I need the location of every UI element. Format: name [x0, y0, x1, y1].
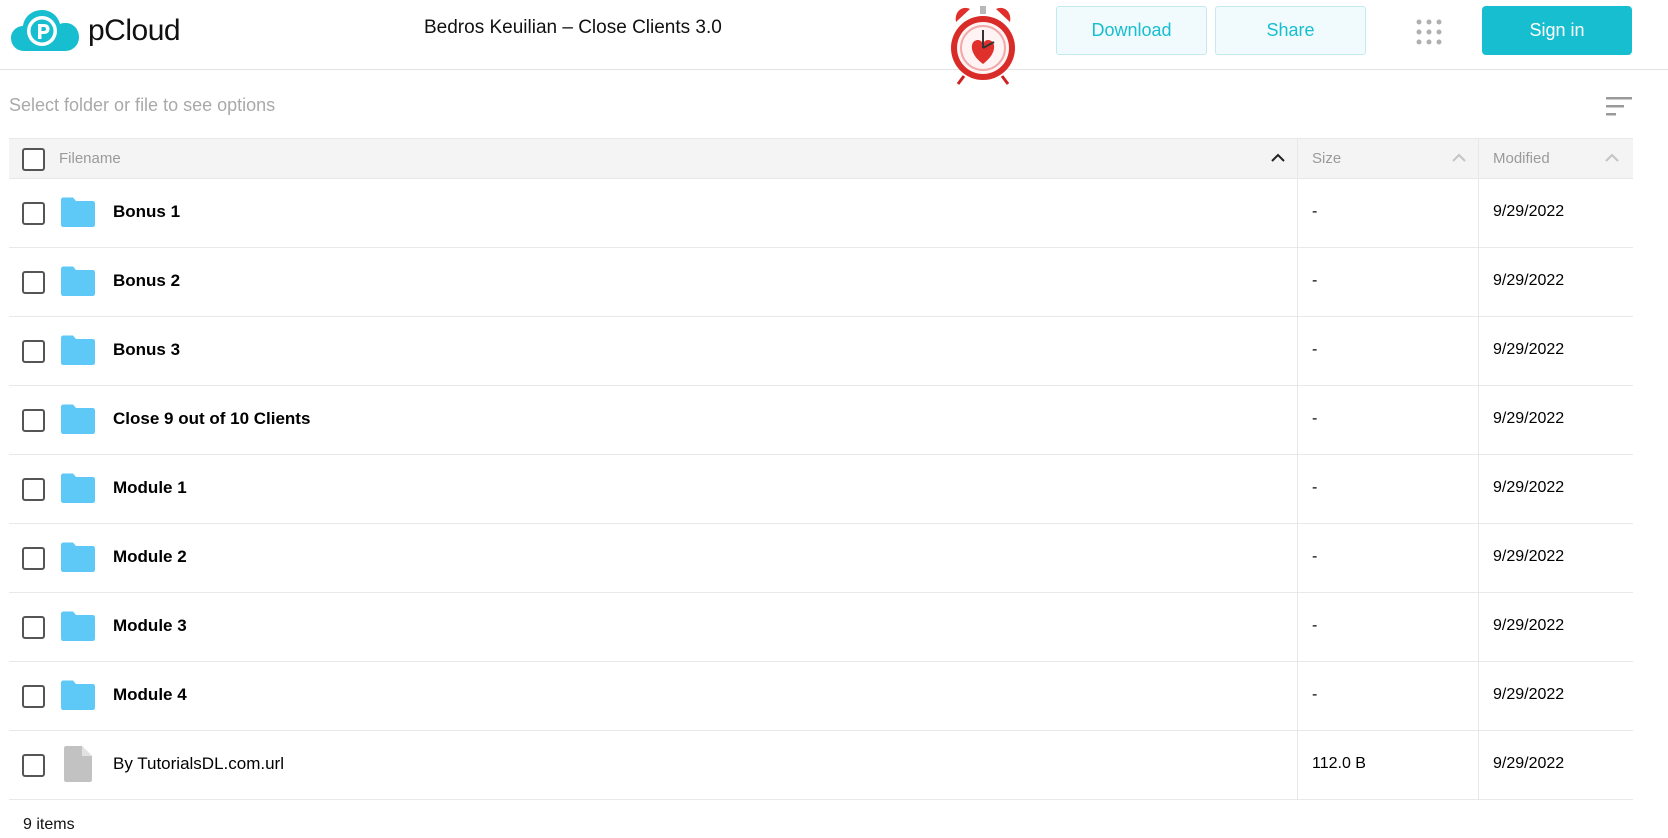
- chevron-up-icon[interactable]: [1452, 153, 1466, 163]
- pcloud-p-cloud-icon: [11, 10, 79, 51]
- table-row[interactable]: Module 1 - 9/29/2022: [9, 455, 1633, 524]
- column-divider: [1478, 593, 1479, 661]
- table-row[interactable]: Module 2 - 9/29/2022: [9, 524, 1633, 593]
- file-name[interactable]: Module 1: [113, 478, 187, 498]
- row-checkbox[interactable]: [22, 547, 45, 570]
- column-divider: [1478, 179, 1479, 247]
- table-row[interactable]: Close 9 out of 10 Clients - 9/29/2022: [9, 386, 1633, 455]
- file-modified: 9/29/2022: [1493, 617, 1565, 634]
- folder-icon: [61, 197, 95, 227]
- row-checkbox[interactable]: [22, 202, 45, 225]
- row-checkbox[interactable]: [22, 340, 45, 363]
- row-checkbox[interactable]: [22, 754, 45, 777]
- file-modified: 9/29/2022: [1493, 548, 1565, 565]
- file-size: -: [1312, 203, 1318, 220]
- table-row[interactable]: Bonus 1 - 9/29/2022: [9, 179, 1633, 248]
- row-checkbox[interactable]: [22, 478, 45, 501]
- table-row[interactable]: Bonus 3 - 9/29/2022: [9, 317, 1633, 386]
- column-divider: [1297, 248, 1298, 316]
- file-icon: [64, 746, 92, 782]
- file-modified: 9/29/2022: [1493, 203, 1565, 220]
- top-header: pCloud Bedros Keuilian – Close Clients 3…: [0, 0, 1668, 85]
- column-divider: [1297, 179, 1298, 247]
- chevron-up-icon[interactable]: [1605, 153, 1619, 163]
- file-name[interactable]: Module 4: [113, 685, 187, 705]
- row-checkbox[interactable]: [22, 685, 45, 708]
- sort-lines-icon[interactable]: [1606, 95, 1632, 117]
- folder-icon: [61, 542, 95, 572]
- file-modified: 9/29/2022: [1493, 479, 1565, 496]
- column-divider: [1478, 662, 1479, 730]
- file-size: -: [1312, 272, 1318, 289]
- file-size: -: [1312, 617, 1318, 634]
- file-modified: 9/29/2022: [1493, 410, 1565, 427]
- options-hint: Select folder or file to see options: [9, 95, 276, 115]
- row-checkbox[interactable]: [22, 271, 45, 294]
- file-modified: 9/29/2022: [1493, 755, 1565, 772]
- file-name[interactable]: Module 3: [113, 616, 187, 636]
- file-modified: 9/29/2022: [1493, 686, 1565, 703]
- column-divider: [1478, 248, 1479, 316]
- column-divider: [1297, 386, 1298, 454]
- alarm-clock-icon: [951, 6, 1015, 85]
- file-size: -: [1312, 479, 1318, 496]
- folder-icon: [61, 473, 95, 503]
- column-divider: [1478, 524, 1479, 592]
- file-name[interactable]: Bonus 3: [113, 340, 180, 360]
- folder-icon: [61, 404, 95, 434]
- column-divider: [1478, 317, 1479, 385]
- column-header-filename[interactable]: Filename: [59, 150, 121, 167]
- column-header-modified[interactable]: Modified: [1493, 150, 1550, 167]
- file-modified: 9/29/2022: [1493, 341, 1565, 358]
- file-name[interactable]: Module 2: [113, 547, 187, 567]
- pcloud-logo[interactable]: pCloud: [11, 8, 196, 54]
- file-size: -: [1312, 410, 1318, 427]
- table-header: Filename Size Modified: [9, 138, 1633, 179]
- column-divider: [1297, 731, 1298, 799]
- file-name[interactable]: By TutorialsDL.com.url: [113, 754, 284, 774]
- share-button[interactable]: Share: [1215, 6, 1366, 55]
- column-divider: [1478, 386, 1479, 454]
- item-count: 9 items: [23, 816, 75, 833]
- column-divider: [1297, 317, 1298, 385]
- table-row[interactable]: Bonus 2 - 9/29/2022: [9, 248, 1633, 317]
- table-row[interactable]: Module 3 - 9/29/2022: [9, 593, 1633, 662]
- file-size: -: [1312, 341, 1318, 358]
- file-size: -: [1312, 686, 1318, 703]
- column-divider: [1478, 139, 1479, 178]
- column-divider: [1297, 139, 1298, 178]
- folder-icon: [61, 611, 95, 641]
- file-name[interactable]: Bonus 2: [113, 271, 180, 291]
- file-name[interactable]: Close 9 out of 10 Clients: [113, 409, 310, 429]
- table-row[interactable]: By TutorialsDL.com.url 112.0 B 9/29/2022: [9, 731, 1633, 800]
- table-body: Bonus 1-9/29/2022 Bonus 2-9/29/2022 Bonus …: [9, 179, 1633, 800]
- folder-icon: [61, 680, 95, 710]
- folder-icon: [61, 266, 95, 296]
- column-divider: [1297, 662, 1298, 730]
- table-row[interactable]: Module 4 - 9/29/2022: [9, 662, 1633, 731]
- file-size: -: [1312, 548, 1318, 565]
- select-all-checkbox[interactable]: [22, 148, 45, 171]
- sign-in-button[interactable]: Sign in: [1482, 6, 1632, 55]
- column-divider: [1478, 455, 1479, 523]
- page-title: Bedros Keuilian – Close Clients 3.0: [424, 17, 722, 38]
- column-header-size[interactable]: Size: [1312, 150, 1341, 167]
- download-button[interactable]: Download: [1056, 6, 1207, 55]
- file-table: Filename Size Modified Bonus 1 - 9/29/2022…: [9, 138, 1633, 800]
- column-divider: [1297, 455, 1298, 523]
- row-checkbox[interactable]: [22, 616, 45, 639]
- grid-dots-icon[interactable]: [1414, 17, 1444, 47]
- column-divider: [1297, 593, 1298, 661]
- column-divider: [1297, 524, 1298, 592]
- file-name[interactable]: Bonus 1: [113, 202, 180, 222]
- row-checkbox[interactable]: [22, 409, 45, 432]
- logo-text: pCloud: [88, 14, 181, 47]
- folder-icon: [61, 335, 95, 365]
- column-divider: [1478, 731, 1479, 799]
- file-modified: 9/29/2022: [1493, 272, 1565, 289]
- chevron-up-icon[interactable]: [1271, 153, 1285, 163]
- file-size: 112.0 B: [1312, 755, 1366, 772]
